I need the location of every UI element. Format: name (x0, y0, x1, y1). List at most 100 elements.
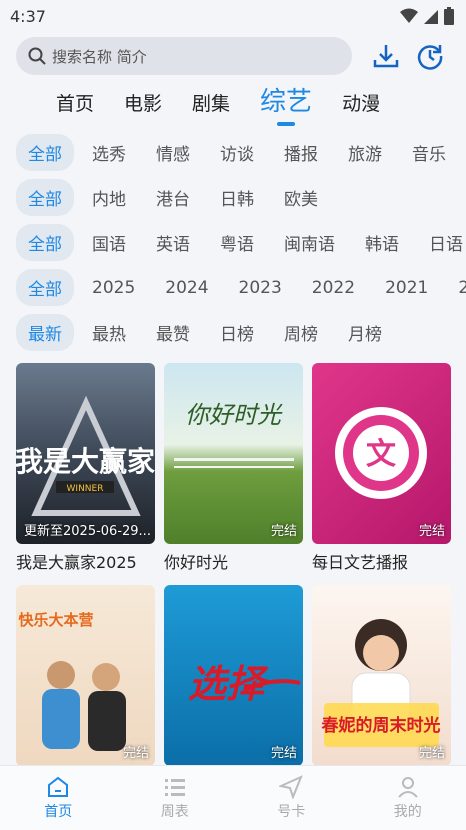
tab-series[interactable]: 剧集 (192, 89, 230, 126)
status-icons (400, 7, 454, 25)
nav-label: 号卡 (277, 804, 306, 820)
filter-chip[interactable]: 2022 (300, 272, 367, 304)
show-card[interactable]: 你好时光 完结 你好时光 (164, 363, 303, 585)
nav-label: 我的 (393, 804, 422, 820)
filter-chip[interactable]: 2021 (373, 272, 440, 304)
poster-art: 文 (335, 407, 427, 499)
wifi-icon (400, 8, 418, 23)
send-icon (279, 775, 304, 799)
filter-chip[interactable]: 粤语 (208, 224, 266, 261)
history-button[interactable] (410, 36, 450, 76)
poster-art: 快乐大本营 (18, 611, 126, 751)
tab-movies[interactable]: 电影 (124, 89, 162, 126)
filter-chip[interactable]: 日韩 (208, 179, 266, 216)
filter-chip[interactable]: 英语 (144, 224, 202, 261)
search-icon (28, 47, 46, 65)
user-icon (398, 777, 418, 798)
header: 搜索名称 简介 (0, 32, 466, 76)
show-card[interactable]: 快乐大本营 完结 (16, 585, 155, 766)
filter-chip[interactable]: 旅游 (336, 134, 394, 171)
category-tabs: 首页 电影 剧集 综艺 动漫 (0, 76, 466, 126)
card-title: 每日文艺播报 (312, 553, 409, 572)
poster-text: 你好时光 (185, 401, 283, 429)
status-time: 4:37 (10, 6, 46, 26)
status-badge: 完结 (418, 524, 445, 539)
svg-text:WINNER: WINNER (67, 484, 104, 494)
home-icon (48, 776, 69, 797)
filter-chip[interactable]: 韩语 (353, 224, 411, 261)
filter-chip[interactable]: 访谈 (208, 134, 266, 171)
filter-chip[interactable]: 国语 (80, 224, 138, 261)
poster-art: 你好时光 (174, 401, 294, 468)
filter-chip[interactable]: 闽南语 (272, 224, 347, 261)
filter-chip[interactable]: 2025 (80, 272, 147, 304)
filter-chip[interactable]: 港台 (144, 179, 202, 216)
show-card[interactable]: 春妮的周末时光 完结 (312, 585, 451, 766)
filter-chip[interactable]: 日语 (417, 224, 466, 261)
filter-chip[interactable]: 情感 (144, 134, 202, 171)
card-title: 你好时光 (164, 553, 229, 572)
nav-card[interactable]: 号卡 (233, 766, 350, 830)
card-title: 我是大赢家2025 (16, 553, 137, 572)
signal-icon (424, 10, 438, 24)
filter-chip[interactable]: 选秀 (80, 134, 138, 171)
filter-chip[interactable]: 全部 (16, 179, 74, 216)
tab-home[interactable]: 首页 (56, 89, 94, 126)
filter-chip[interactable]: 日榜 (208, 314, 266, 351)
filter-chip[interactable]: 内地 (80, 179, 138, 216)
list-icon (164, 779, 185, 796)
search-input[interactable]: 搜索名称 简介 (16, 37, 353, 75)
filter-chip[interactable]: 最赞 (144, 314, 202, 351)
filter-row-region: 全部 内地 港台 日韩 欧美 (0, 175, 466, 220)
nav-label: 周表 (160, 804, 189, 820)
filter-chip[interactable]: 最新 (16, 314, 74, 351)
status-badge: 完结 (270, 746, 297, 761)
update-badge: 更新至2025-06-29... (24, 524, 151, 539)
battery-icon (444, 7, 454, 25)
status-badge: 完结 (270, 524, 297, 539)
download-button[interactable] (366, 36, 406, 76)
download-icon (374, 45, 399, 68)
bottom-nav: 首页 周表 号卡 我的 (0, 765, 466, 830)
filter-row-sort: 最新 最热 最赞 日榜 周榜 月榜 (0, 310, 466, 355)
poster-text: 文 (366, 437, 396, 472)
poster-image: 我是大赢家 WINNER 更新至2025-06-29... (16, 363, 155, 544)
history-icon (417, 45, 443, 70)
filter-row-year: 全部 2025 2024 2023 2022 2021 2020 (0, 265, 466, 310)
show-card[interactable]: 文 完结 每日文艺播报 (312, 363, 451, 585)
nav-home[interactable]: 首页 (0, 766, 117, 830)
filter-row-language: 全部 国语 英语 粤语 闽南语 韩语 日语 (0, 220, 466, 265)
status-badge: 完结 (122, 746, 149, 761)
filter-chip[interactable]: 播报 (272, 134, 330, 171)
filter-chip[interactable]: 最热 (80, 314, 138, 351)
poster-art: 我是大赢家 WINNER (16, 395, 155, 516)
status-badge: 完结 (418, 746, 445, 761)
filter-row-type: 全部 选秀 情感 访谈 播报 旅游 音乐 (0, 130, 466, 175)
filter-chip[interactable]: 月榜 (336, 314, 394, 351)
filter-chip[interactable]: 2023 (227, 272, 294, 304)
filter-chip[interactable]: 全部 (16, 134, 74, 171)
tab-anime[interactable]: 动漫 (342, 89, 380, 126)
filter-chip[interactable]: 2024 (153, 272, 220, 304)
status-bar: 4:37 (0, 0, 466, 32)
nav-profile[interactable]: 我的 (350, 766, 466, 830)
filter-chip[interactable]: 音乐 (400, 134, 458, 171)
search-placeholder: 搜索名称 简介 (52, 47, 147, 66)
poster-image: 选择 完结 (164, 585, 303, 766)
content-grid: 我是大赢家 WINNER 更新至2025-06-29... 我是大赢家2025 … (0, 355, 466, 766)
poster-art: 春妮的周末时光 (322, 619, 441, 747)
nav-schedule[interactable]: 周表 (117, 766, 234, 830)
poster-text: 春妮的周末时光 (322, 715, 441, 736)
filter-chip[interactable]: 欧美 (272, 179, 330, 216)
filter-chip[interactable]: 周榜 (272, 314, 330, 351)
nav-label: 首页 (44, 804, 73, 820)
filter-chip[interactable]: 全部 (16, 269, 74, 306)
poster-text: 我是大赢家 (16, 445, 155, 478)
show-card[interactable]: 选择 完结 (164, 585, 303, 766)
tab-variety[interactable]: 综艺 (260, 81, 312, 126)
filter-chip[interactable]: 2020 (446, 272, 466, 304)
show-card[interactable]: 我是大赢家 WINNER 更新至2025-06-29... 我是大赢家2025 (16, 363, 155, 585)
filter-chip[interactable]: 全部 (16, 224, 74, 261)
poster-art: 选择 (188, 661, 301, 706)
poster-image: 文 完结 (312, 363, 451, 544)
